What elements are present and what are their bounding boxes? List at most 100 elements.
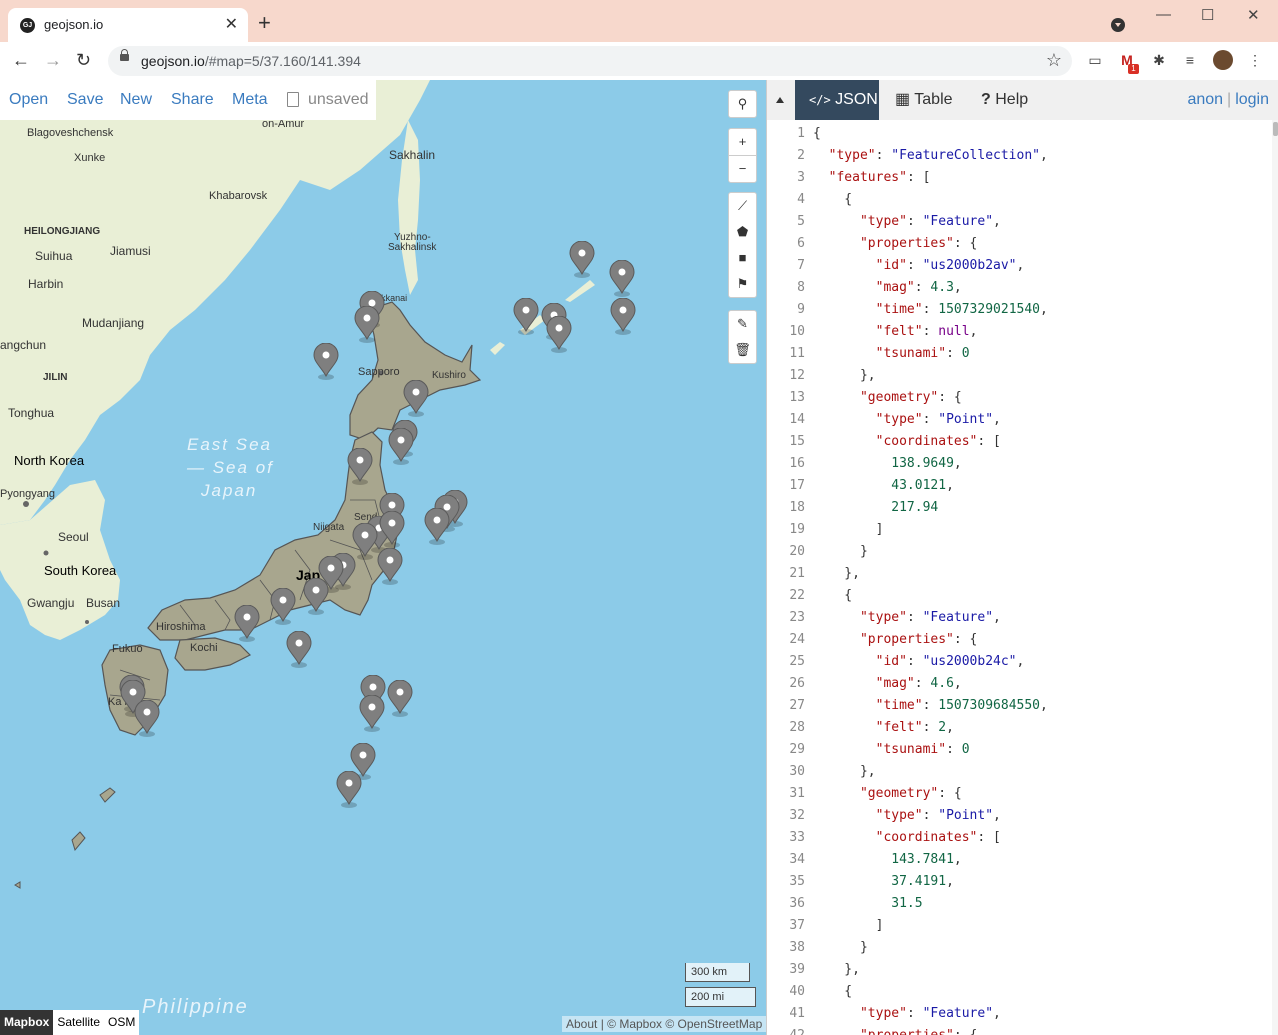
earthquake-marker[interactable] <box>423 508 451 546</box>
line-number: 6 <box>797 236 805 251</box>
label-north-korea: North Korea <box>14 453 85 468</box>
label-khabarovsk: Khabarovsk <box>209 190 268 202</box>
save-button[interactable]: Save <box>67 91 103 109</box>
earthquake-marker[interactable] <box>353 306 381 344</box>
earthquake-marker[interactable] <box>608 260 636 298</box>
search-control[interactable]: ⚲ <box>728 90 757 118</box>
earthquake-marker[interactable] <box>335 771 363 809</box>
search-icon[interactable]: ⚲ <box>729 91 756 117</box>
layer-osm[interactable]: OSM <box>104 1010 140 1035</box>
url-text[interactable]: geojson.io/#map=5/37.160/141.394 <box>141 53 361 69</box>
map-canvas[interactable]: Blagoveshchensk Xunke on-Amur Khabarovsk… <box>0 80 766 1035</box>
earthquake-marker[interactable] <box>386 680 414 718</box>
earthquake-marker[interactable] <box>302 578 330 616</box>
media-queue-icon[interactable]: ≡ <box>1181 52 1199 70</box>
line-number: 22 <box>789 588 805 603</box>
cast-icon[interactable]: ▭ <box>1086 52 1104 70</box>
code-line: "type": "Feature", <box>859 610 1001 625</box>
draw-line-icon[interactable]: ⟋ <box>729 193 756 219</box>
code-line: } <box>813 544 868 559</box>
edit-icon[interactable]: ✎ <box>729 311 756 337</box>
earthquake-marker[interactable] <box>512 298 540 336</box>
browser-tab[interactable]: GJ geojson.io ✕ <box>8 8 248 42</box>
address-bar[interactable]: geojson.io/#map=5/37.160/141.394 ☆ <box>108 46 1072 76</box>
code-line: "features": [ <box>828 170 931 185</box>
earthquake-marker[interactable] <box>312 343 340 381</box>
close-tab-icon[interactable]: ✕ <box>225 14 238 34</box>
meta-button[interactable]: Meta <box>232 91 268 109</box>
open-button[interactable]: Open <box>9 91 48 109</box>
label-south-korea: South Korea <box>44 563 117 578</box>
anon-link[interactable]: anon <box>1187 91 1223 108</box>
map-attribution: About | © Mapbox © OpenStreetMap <box>562 1016 767 1032</box>
earthquake-marker[interactable] <box>269 588 297 626</box>
tab-json[interactable]: </> JSON <box>795 80 879 120</box>
reload-icon[interactable]: ↻ <box>76 50 91 71</box>
code-line: 143.7841, <box>891 852 962 867</box>
earthquake-marker[interactable] <box>358 695 386 733</box>
document-icon <box>287 92 299 107</box>
earthquake-marker[interactable] <box>346 448 374 486</box>
earthquake-marker[interactable] <box>387 428 415 466</box>
lock-icon[interactable] <box>120 49 129 61</box>
line-number: 35 <box>789 874 805 889</box>
unsaved-status: unsaved <box>308 91 369 108</box>
line-number: 18 <box>789 500 805 515</box>
profile-avatar[interactable] <box>1213 50 1233 70</box>
earthquake-marker[interactable] <box>568 241 596 279</box>
line-number: 32 <box>789 808 805 823</box>
code-line: "properties": { <box>859 236 978 251</box>
draw-marker-icon[interactable]: ⚑ <box>729 271 756 297</box>
earthquake-marker[interactable] <box>233 605 261 643</box>
draw-rectangle-icon[interactable]: ■ <box>729 245 756 271</box>
line-number: 15 <box>789 434 805 449</box>
earthquake-marker[interactable] <box>285 631 313 669</box>
line-number: 39 <box>789 962 805 977</box>
earthquake-marker[interactable] <box>376 548 404 586</box>
layer-satellite[interactable]: Satellite <box>53 1010 105 1035</box>
earthquake-marker[interactable] <box>609 298 637 336</box>
login-link[interactable]: login <box>1235 91 1269 108</box>
line-number: 20 <box>789 544 805 559</box>
earthquake-marker[interactable] <box>378 511 406 549</box>
label-niigata: Niigata <box>313 522 345 533</box>
new-button[interactable]: New <box>120 91 152 109</box>
bookmark-star-icon[interactable]: ☆ <box>1046 50 1062 71</box>
draw-polygon-icon[interactable]: ⬟ <box>729 219 756 245</box>
json-editor[interactable]: 1 {2 "type": "FeatureCollection", 3 "featu… <box>767 124 1272 1035</box>
code-line: "id": "us2000b2av", <box>875 258 1025 273</box>
scrollbar-thumb[interactable] <box>1273 122 1278 136</box>
layer-mapbox[interactable]: Mapbox <box>0 1010 54 1035</box>
collapse-icon[interactable] <box>776 97 784 103</box>
code-line: "type": "FeatureCollection", <box>828 148 1048 163</box>
label-seoul: Seoul <box>58 530 89 544</box>
code-line: "felt": null, <box>875 324 978 339</box>
extensions-icon[interactable]: ✱ <box>1150 52 1168 70</box>
earthquake-marker[interactable] <box>545 316 573 354</box>
tab-table[interactable]: ▦ Table <box>889 80 965 120</box>
earthquake-marker[interactable] <box>133 700 161 738</box>
scale-mi: 200 mi <box>685 987 756 1007</box>
about-link[interactable]: About <box>566 1017 597 1031</box>
editor-scrollbar[interactable] <box>1272 120 1278 1035</box>
forward-icon[interactable]: → <box>44 50 62 71</box>
new-tab-button[interactable]: + <box>258 12 271 34</box>
zoom-in-button[interactable]: + <box>729 129 756 156</box>
close-window-icon[interactable]: ✕ <box>1247 6 1260 24</box>
zoom-out-button[interactable]: − <box>729 156 756 182</box>
tab-help[interactable]: ? Help <box>971 80 1051 120</box>
maximize-icon[interactable]: ☐ <box>1201 6 1214 24</box>
tab-search-icon[interactable] <box>1111 18 1125 32</box>
line-number: 8 <box>797 280 805 295</box>
edit-control: ✎ 🗑 <box>728 310 757 364</box>
browser-titlebar: GJ geojson.io ✕ + — ☐ ✕ <box>0 0 1278 42</box>
minimize-icon[interactable]: — <box>1156 6 1171 23</box>
menu-dots-icon[interactable]: ⋮ <box>1246 52 1264 70</box>
share-button[interactable]: Share <box>171 91 214 109</box>
label-jilin: JILIN <box>43 372 67 383</box>
earthquake-marker[interactable] <box>402 380 430 418</box>
line-number: 4 <box>797 192 805 207</box>
trash-icon[interactable]: 🗑 <box>729 337 756 363</box>
back-icon[interactable]: ← <box>12 50 30 71</box>
sakhalin-island <box>398 120 420 295</box>
